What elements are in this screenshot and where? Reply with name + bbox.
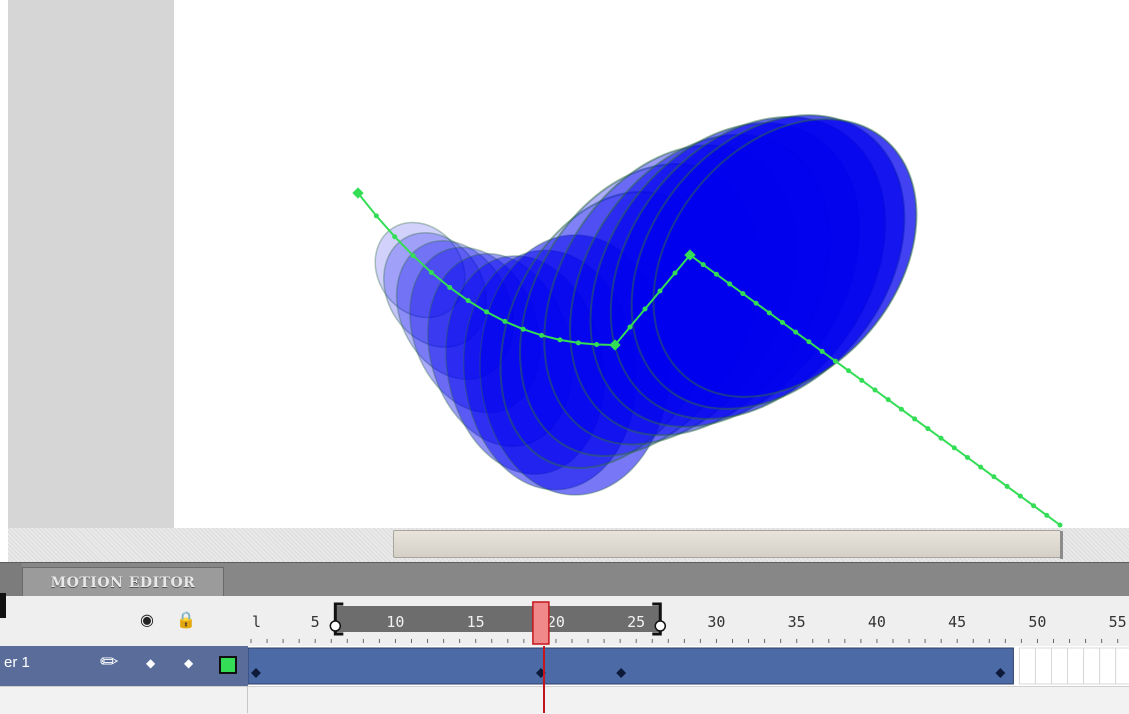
ruler-label: 30 bbox=[707, 613, 725, 631]
empty-frame[interactable] bbox=[1099, 647, 1117, 685]
motion-path-node[interactable] bbox=[1057, 522, 1063, 528]
lock-icon[interactable]: 🔒 bbox=[176, 610, 196, 629]
motion-path-node[interactable] bbox=[780, 320, 785, 325]
motion-path-node[interactable] bbox=[539, 332, 545, 338]
timeline-divider bbox=[247, 686, 248, 713]
outline-icon[interactable] bbox=[0, 593, 6, 618]
motion-path-node[interactable] bbox=[965, 455, 970, 460]
empty-frame[interactable] bbox=[1018, 647, 1036, 685]
motion-path-node[interactable] bbox=[657, 288, 663, 294]
layer-name[interactable]: er 1 bbox=[4, 654, 30, 671]
playhead[interactable] bbox=[543, 646, 545, 713]
motion-path-node[interactable] bbox=[392, 234, 398, 240]
layer-name-cell[interactable]: er 1 ✏ ◆ ◆ bbox=[0, 646, 248, 686]
motion-path-node[interactable] bbox=[484, 309, 489, 315]
empty-frame[interactable] bbox=[1067, 647, 1085, 685]
motion-path-node[interactable] bbox=[1004, 483, 1010, 489]
pencil-icon: ✏ bbox=[100, 650, 119, 675]
motion-path-node[interactable] bbox=[627, 324, 633, 330]
motion-path-node[interactable] bbox=[872, 387, 878, 393]
empty-frame[interactable] bbox=[1051, 647, 1069, 685]
motion-path-node[interactable] bbox=[373, 213, 379, 219]
playhead-marker[interactable] bbox=[532, 601, 550, 645]
motion-path-node[interactable] bbox=[465, 298, 471, 304]
tab-bar-edge bbox=[0, 563, 22, 597]
motion-path-node[interactable] bbox=[898, 406, 904, 412]
motion-path-node[interactable] bbox=[1031, 503, 1037, 509]
motion-path-node[interactable] bbox=[642, 306, 648, 312]
tween-span-frames[interactable] bbox=[248, 646, 1129, 686]
motion-path-node[interactable] bbox=[912, 416, 918, 422]
ruler-label: 40 bbox=[868, 613, 886, 631]
ruler-label: 25 bbox=[627, 613, 645, 631]
motion-path-node[interactable] bbox=[938, 435, 944, 441]
ruler-label: 35 bbox=[788, 613, 806, 631]
ruler-label: 50 bbox=[1028, 613, 1046, 631]
motion-path-node[interactable] bbox=[520, 326, 526, 332]
empty-frame[interactable] bbox=[1083, 647, 1101, 685]
motion-path-node[interactable] bbox=[740, 291, 746, 297]
ruler-label: 10 bbox=[386, 613, 404, 631]
stage-horizontal-scrollbar[interactable] bbox=[8, 528, 1129, 562]
motion-path-node[interactable] bbox=[502, 318, 508, 324]
motion-path-node[interactable] bbox=[727, 281, 733, 287]
ruler-label: 5 bbox=[311, 613, 320, 631]
motion-path-node[interactable] bbox=[672, 270, 678, 276]
eye-icon[interactable]: ◉ bbox=[140, 610, 154, 629]
motion-path-node[interactable] bbox=[700, 262, 706, 268]
motion-path-node[interactable] bbox=[991, 474, 997, 480]
motion-path-node[interactable] bbox=[885, 397, 891, 403]
timeline-empty-area bbox=[0, 686, 1129, 714]
motion-path-node[interactable] bbox=[766, 310, 772, 316]
motion-path-node[interactable] bbox=[951, 445, 957, 451]
onion-skin-shapes[interactable] bbox=[357, 62, 971, 504]
motion-path-node[interactable] bbox=[753, 300, 759, 306]
motion-path-node[interactable] bbox=[447, 284, 453, 290]
motion-path-node[interactable] bbox=[846, 368, 852, 374]
stage-artwork[interactable] bbox=[0, 0, 1129, 540]
motion-path-node[interactable] bbox=[978, 464, 984, 470]
panel-tab-bar: MOTION EDITOR bbox=[0, 562, 1129, 597]
ruler-label: 45 bbox=[948, 613, 966, 631]
span-handle-icon[interactable] bbox=[329, 620, 342, 632]
scrollbar-thumb[interactable] bbox=[393, 530, 1063, 559]
ruler-label: l bbox=[252, 613, 261, 631]
motion-path-node[interactable] bbox=[557, 337, 563, 343]
ruler-span-highlight[interactable] bbox=[335, 606, 661, 632]
empty-frame[interactable] bbox=[1034, 647, 1053, 685]
motion-path-node[interactable] bbox=[859, 377, 865, 383]
motion-path-node[interactable] bbox=[793, 329, 799, 335]
layer-visibility-dot[interactable]: ◆ bbox=[146, 656, 155, 670]
ruler-label: 15 bbox=[467, 613, 485, 631]
tab-motion-editor[interactable]: MOTION EDITOR bbox=[22, 567, 224, 597]
layer-lock-dot[interactable]: ◆ bbox=[184, 656, 193, 670]
ruler-label: 55 bbox=[1109, 613, 1127, 631]
motion-path-node[interactable] bbox=[410, 253, 416, 259]
span-handle-icon[interactable] bbox=[654, 620, 667, 632]
motion-path-node[interactable] bbox=[713, 271, 719, 277]
tween-span[interactable] bbox=[248, 647, 1014, 685]
motion-path-node[interactable] bbox=[1017, 493, 1023, 499]
motion-path-node[interactable] bbox=[594, 342, 600, 348]
motion-path-node[interactable] bbox=[832, 358, 838, 364]
motion-path-node[interactable] bbox=[925, 426, 931, 432]
motion-path-node[interactable] bbox=[819, 348, 825, 354]
empty-frame[interactable] bbox=[1115, 647, 1129, 685]
motion-path-node[interactable] bbox=[806, 339, 812, 345]
layer-outline-color-swatch[interactable] bbox=[219, 656, 237, 674]
motion-path-node[interactable] bbox=[1044, 512, 1050, 518]
motion-path-node[interactable] bbox=[428, 269, 434, 275]
motion-path-node[interactable] bbox=[575, 340, 581, 346]
frame-ruler[interactable]: l 5 10 15 20 25 30 35 40 45 50 55 bbox=[248, 596, 1129, 646]
